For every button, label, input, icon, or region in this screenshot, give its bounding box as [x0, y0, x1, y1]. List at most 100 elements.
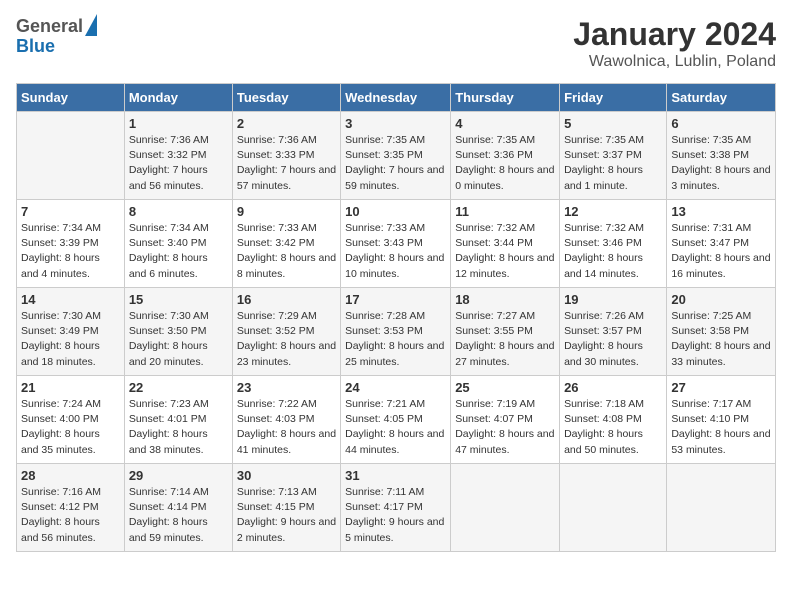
day-cell: 28 Sunrise: 7:16 AMSunset: 4:12 PMDaylig… — [17, 464, 125, 552]
day-cell — [667, 464, 776, 552]
day-number: 11 — [455, 204, 555, 219]
day-number: 18 — [455, 292, 555, 307]
day-cell: 26 Sunrise: 7:18 AMSunset: 4:08 PMDaylig… — [560, 376, 667, 464]
day-cell: 21 Sunrise: 7:24 AMSunset: 4:00 PMDaylig… — [17, 376, 125, 464]
day-number: 29 — [129, 468, 228, 483]
day-cell: 14 Sunrise: 7:30 AMSunset: 3:49 PMDaylig… — [17, 288, 125, 376]
column-header-friday: Friday — [560, 84, 667, 112]
day-info: Sunrise: 7:19 AMSunset: 4:07 PMDaylight:… — [455, 397, 555, 458]
week-row-2: 7 Sunrise: 7:34 AMSunset: 3:39 PMDayligh… — [17, 200, 776, 288]
day-number: 17 — [345, 292, 446, 307]
day-cell: 24 Sunrise: 7:21 AMSunset: 4:05 PMDaylig… — [341, 376, 451, 464]
day-cell: 25 Sunrise: 7:19 AMSunset: 4:07 PMDaylig… — [451, 376, 560, 464]
day-cell: 18 Sunrise: 7:27 AMSunset: 3:55 PMDaylig… — [451, 288, 560, 376]
day-cell: 7 Sunrise: 7:34 AMSunset: 3:39 PMDayligh… — [17, 200, 125, 288]
title-area: January 2024 Wawolnica, Lublin, Poland — [573, 16, 776, 71]
day-cell: 11 Sunrise: 7:32 AMSunset: 3:44 PMDaylig… — [451, 200, 560, 288]
day-number: 12 — [564, 204, 662, 219]
calendar-table: SundayMondayTuesdayWednesdayThursdayFrid… — [16, 83, 776, 552]
day-info: Sunrise: 7:22 AMSunset: 4:03 PMDaylight:… — [237, 397, 336, 458]
column-header-thursday: Thursday — [451, 84, 560, 112]
day-info: Sunrise: 7:30 AMSunset: 3:50 PMDaylight:… — [129, 309, 228, 370]
day-number: 19 — [564, 292, 662, 307]
day-cell: 10 Sunrise: 7:33 AMSunset: 3:43 PMDaylig… — [341, 200, 451, 288]
day-cell: 12 Sunrise: 7:32 AMSunset: 3:46 PMDaylig… — [560, 200, 667, 288]
day-info: Sunrise: 7:26 AMSunset: 3:57 PMDaylight:… — [564, 309, 662, 370]
day-number: 3 — [345, 116, 446, 131]
logo-triangle-icon — [85, 14, 97, 36]
day-info: Sunrise: 7:32 AMSunset: 3:46 PMDaylight:… — [564, 221, 662, 282]
day-info: Sunrise: 7:34 AMSunset: 3:40 PMDaylight:… — [129, 221, 228, 282]
day-number: 7 — [21, 204, 120, 219]
day-cell: 31 Sunrise: 7:11 AMSunset: 4:17 PMDaylig… — [341, 464, 451, 552]
day-cell: 20 Sunrise: 7:25 AMSunset: 3:58 PMDaylig… — [667, 288, 776, 376]
day-info: Sunrise: 7:16 AMSunset: 4:12 PMDaylight:… — [21, 485, 120, 546]
page-header: General Blue January 2024 Wawolnica, Lub… — [16, 16, 776, 71]
day-info: Sunrise: 7:35 AMSunset: 3:36 PMDaylight:… — [455, 133, 555, 194]
day-number: 25 — [455, 380, 555, 395]
day-cell: 15 Sunrise: 7:30 AMSunset: 3:50 PMDaylig… — [124, 288, 232, 376]
day-cell: 8 Sunrise: 7:34 AMSunset: 3:40 PMDayligh… — [124, 200, 232, 288]
day-info: Sunrise: 7:28 AMSunset: 3:53 PMDaylight:… — [345, 309, 446, 370]
day-info: Sunrise: 7:14 AMSunset: 4:14 PMDaylight:… — [129, 485, 228, 546]
day-info: Sunrise: 7:11 AMSunset: 4:17 PMDaylight:… — [345, 485, 446, 546]
day-info: Sunrise: 7:30 AMSunset: 3:49 PMDaylight:… — [21, 309, 120, 370]
day-number: 30 — [237, 468, 336, 483]
day-number: 9 — [237, 204, 336, 219]
day-info: Sunrise: 7:18 AMSunset: 4:08 PMDaylight:… — [564, 397, 662, 458]
day-cell: 9 Sunrise: 7:33 AMSunset: 3:42 PMDayligh… — [232, 200, 340, 288]
day-info: Sunrise: 7:21 AMSunset: 4:05 PMDaylight:… — [345, 397, 446, 458]
day-cell: 30 Sunrise: 7:13 AMSunset: 4:15 PMDaylig… — [232, 464, 340, 552]
day-number: 2 — [237, 116, 336, 131]
day-number: 1 — [129, 116, 228, 131]
day-number: 5 — [564, 116, 662, 131]
day-cell: 27 Sunrise: 7:17 AMSunset: 4:10 PMDaylig… — [667, 376, 776, 464]
day-number: 27 — [671, 380, 771, 395]
day-cell: 22 Sunrise: 7:23 AMSunset: 4:01 PMDaylig… — [124, 376, 232, 464]
day-cell: 2 Sunrise: 7:36 AMSunset: 3:33 PMDayligh… — [232, 112, 340, 200]
day-info: Sunrise: 7:13 AMSunset: 4:15 PMDaylight:… — [237, 485, 336, 546]
day-cell: 17 Sunrise: 7:28 AMSunset: 3:53 PMDaylig… — [341, 288, 451, 376]
day-info: Sunrise: 7:35 AMSunset: 3:35 PMDaylight:… — [345, 133, 446, 194]
day-number: 10 — [345, 204, 446, 219]
day-cell: 29 Sunrise: 7:14 AMSunset: 4:14 PMDaylig… — [124, 464, 232, 552]
day-number: 21 — [21, 380, 120, 395]
logo-blue-text: Blue — [16, 36, 97, 58]
day-info: Sunrise: 7:35 AMSunset: 3:37 PMDaylight:… — [564, 133, 662, 194]
day-info: Sunrise: 7:23 AMSunset: 4:01 PMDaylight:… — [129, 397, 228, 458]
column-header-saturday: Saturday — [667, 84, 776, 112]
day-number: 4 — [455, 116, 555, 131]
day-number: 8 — [129, 204, 228, 219]
day-info: Sunrise: 7:36 AMSunset: 3:33 PMDaylight:… — [237, 133, 336, 194]
week-row-5: 28 Sunrise: 7:16 AMSunset: 4:12 PMDaylig… — [17, 464, 776, 552]
logo-general-text: General — [16, 16, 83, 38]
column-header-tuesday: Tuesday — [232, 84, 340, 112]
day-cell: 13 Sunrise: 7:31 AMSunset: 3:47 PMDaylig… — [667, 200, 776, 288]
week-row-4: 21 Sunrise: 7:24 AMSunset: 4:00 PMDaylig… — [17, 376, 776, 464]
day-cell: 4 Sunrise: 7:35 AMSunset: 3:36 PMDayligh… — [451, 112, 560, 200]
day-number: 13 — [671, 204, 771, 219]
week-row-3: 14 Sunrise: 7:30 AMSunset: 3:49 PMDaylig… — [17, 288, 776, 376]
day-number: 20 — [671, 292, 771, 307]
day-number: 22 — [129, 380, 228, 395]
column-header-wednesday: Wednesday — [341, 84, 451, 112]
day-info: Sunrise: 7:24 AMSunset: 4:00 PMDaylight:… — [21, 397, 120, 458]
day-info: Sunrise: 7:25 AMSunset: 3:58 PMDaylight:… — [671, 309, 771, 370]
day-info: Sunrise: 7:32 AMSunset: 3:44 PMDaylight:… — [455, 221, 555, 282]
day-number: 6 — [671, 116, 771, 131]
week-row-1: 1 Sunrise: 7:36 AMSunset: 3:32 PMDayligh… — [17, 112, 776, 200]
day-number: 15 — [129, 292, 228, 307]
day-number: 26 — [564, 380, 662, 395]
day-number: 23 — [237, 380, 336, 395]
day-info: Sunrise: 7:31 AMSunset: 3:47 PMDaylight:… — [671, 221, 771, 282]
day-number: 24 — [345, 380, 446, 395]
logo: General Blue — [16, 16, 97, 57]
day-cell: 5 Sunrise: 7:35 AMSunset: 3:37 PMDayligh… — [560, 112, 667, 200]
day-info: Sunrise: 7:33 AMSunset: 3:42 PMDaylight:… — [237, 221, 336, 282]
column-header-sunday: Sunday — [17, 84, 125, 112]
day-number: 16 — [237, 292, 336, 307]
day-number: 31 — [345, 468, 446, 483]
day-number: 28 — [21, 468, 120, 483]
day-info: Sunrise: 7:33 AMSunset: 3:43 PMDaylight:… — [345, 221, 446, 282]
day-info: Sunrise: 7:35 AMSunset: 3:38 PMDaylight:… — [671, 133, 771, 194]
